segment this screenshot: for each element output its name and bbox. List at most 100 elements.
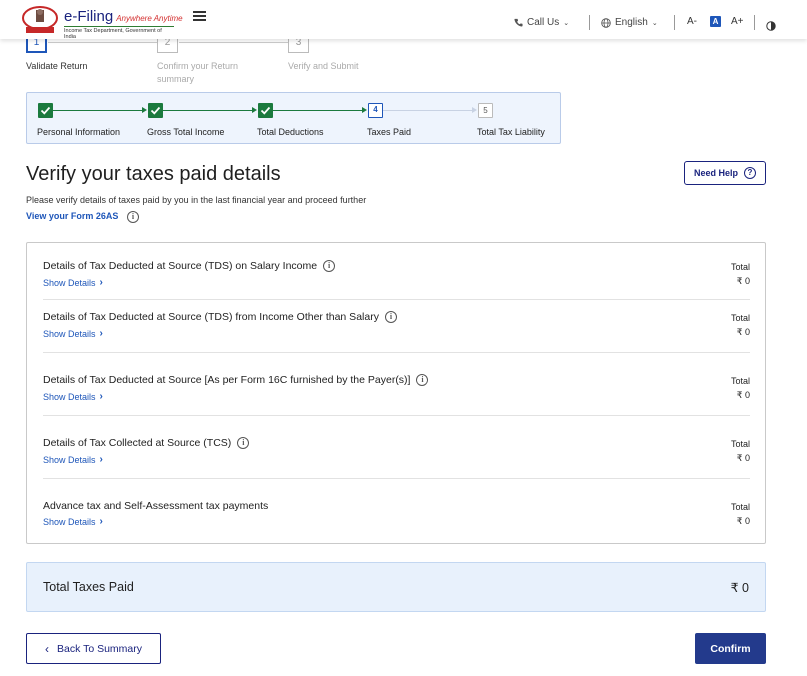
question-icon: ? xyxy=(744,167,756,179)
logo-subtitle: Income Tax Department, Government of Ind… xyxy=(64,26,174,40)
phone-icon xyxy=(514,18,523,27)
divider xyxy=(43,415,750,416)
show-details-label: Show Details xyxy=(43,391,96,402)
contrast-icon[interactable] xyxy=(766,18,776,36)
step-label-personal-information[interactable]: Personal Information xyxy=(37,127,120,137)
arrow-right-icon xyxy=(362,107,367,113)
arrow-right-icon xyxy=(472,107,477,113)
call-us-dropdown[interactable]: Call Us ⌄ xyxy=(514,17,569,28)
total-label: Total xyxy=(730,262,750,272)
chevron-right-icon: › xyxy=(99,516,103,527)
progress-connector xyxy=(383,110,473,111)
check-icon xyxy=(38,103,53,118)
total-label: Total xyxy=(730,376,750,386)
back-to-summary-label: Back To Summary xyxy=(57,642,142,655)
info-icon[interactable]: i xyxy=(323,260,336,272)
step-label-taxes-paid[interactable]: Taxes Paid xyxy=(367,127,411,137)
language-label: English xyxy=(615,17,648,28)
divider xyxy=(43,299,750,300)
step-label-total-deductions[interactable]: Total Deductions xyxy=(257,127,324,137)
show-details-link[interactable]: Show Details › xyxy=(43,328,103,339)
confirm-button[interactable]: Confirm xyxy=(695,633,766,664)
arrow-right-icon xyxy=(142,107,147,113)
progress-connector xyxy=(53,110,143,111)
show-details-link[interactable]: Show Details › xyxy=(43,454,103,465)
language-dropdown[interactable]: English ⌄ xyxy=(601,17,658,28)
section-title: Details of Tax Collected at Source (TCS)… xyxy=(43,437,250,449)
step-5-box: 5 xyxy=(478,103,493,118)
section-total: Total ₹ 0 xyxy=(731,437,750,465)
section-title: Details of Tax Deducted at Source [As pe… xyxy=(43,374,429,386)
info-icon[interactable]: i xyxy=(127,211,139,223)
section-title-text: Details of Tax Deducted at Source [As pe… xyxy=(43,374,411,386)
section-title-text: Advance tax and Self-Assessment tax paym… xyxy=(43,500,269,512)
schedule-progress: 4 5 Personal Information Gross Total Inc… xyxy=(26,92,561,144)
logo-tagline: Anywhere Anytime xyxy=(116,14,183,23)
total-label: Total xyxy=(730,313,750,323)
back-to-summary-button[interactable]: ‹ Back To Summary xyxy=(26,633,161,664)
chevron-down-icon: ⌄ xyxy=(651,19,658,27)
globe-icon xyxy=(601,17,611,28)
section-title-text: Details of Tax Collected at Source (TCS) xyxy=(43,437,232,449)
total-label: Total xyxy=(730,502,750,512)
emblem-logo-icon[interactable] xyxy=(20,5,60,35)
progress-connector xyxy=(273,110,363,111)
menu-icon[interactable] xyxy=(193,11,206,21)
step-4-box: 4 xyxy=(368,103,383,118)
section-total: Total ₹ 0 xyxy=(731,500,750,528)
arrow-right-icon xyxy=(252,107,257,113)
total-value: ₹ 0 xyxy=(736,453,750,463)
chevron-right-icon: › xyxy=(99,328,103,339)
font-increase-button[interactable]: A+ xyxy=(731,16,744,27)
total-value: ₹ 0 xyxy=(736,390,750,400)
divider xyxy=(674,15,675,30)
section-tcs: Details of Tax Collected at Source (TCS)… xyxy=(43,436,750,476)
divider xyxy=(754,15,755,30)
show-details-label: Show Details xyxy=(43,454,96,465)
show-details-label: Show Details xyxy=(43,516,96,527)
total-value: ₹ 0 xyxy=(736,516,750,526)
chevron-right-icon: › xyxy=(99,277,103,288)
step-label-total-tax-liability[interactable]: Total Tax Liability xyxy=(477,127,545,137)
section-tds-other-income: Details of Tax Deducted at Source (TDS) … xyxy=(43,310,750,350)
font-decrease-button[interactable]: A- xyxy=(687,16,697,27)
view-form-26as-link[interactable]: View your Form 26AS xyxy=(26,211,118,221)
total-value: ₹ 0 xyxy=(736,327,750,337)
section-title: Details of Tax Deducted at Source (TDS) … xyxy=(43,311,397,323)
section-tds-form-16c: Details of Tax Deducted at Source [As pe… xyxy=(43,373,750,413)
info-icon[interactable]: i xyxy=(237,437,250,449)
check-icon xyxy=(258,103,273,118)
chevron-right-icon: › xyxy=(99,391,103,402)
divider xyxy=(589,15,590,30)
section-total: Total ₹ 0 xyxy=(731,260,750,288)
divider xyxy=(43,478,750,479)
show-details-link[interactable]: Show Details › xyxy=(43,277,103,288)
chevron-left-icon: ‹ xyxy=(45,641,49,656)
step-connector xyxy=(48,42,157,43)
step-3-label: Verify and Submit xyxy=(288,61,359,71)
font-default-button[interactable]: A xyxy=(710,16,721,27)
total-value: ₹ 0 xyxy=(736,276,750,286)
show-details-link[interactable]: Show Details › xyxy=(43,391,103,402)
page-title: Verify your taxes paid details xyxy=(26,163,281,185)
divider xyxy=(43,352,750,353)
logo-title[interactable]: e-Filing Anywhere Anytime xyxy=(64,8,183,25)
top-stepper: 1 2 3 Validate Return Confirm your Retur… xyxy=(26,32,386,88)
step-connector xyxy=(179,42,288,43)
info-icon[interactable]: i xyxy=(384,311,397,323)
need-help-button[interactable]: Need Help ? xyxy=(684,161,766,185)
info-icon[interactable]: i xyxy=(416,374,429,386)
show-details-link[interactable]: Show Details › xyxy=(43,516,103,527)
need-help-label: Need Help xyxy=(693,168,738,178)
total-taxes-paid-value: ₹ 0 xyxy=(730,581,749,595)
section-title: Details of Tax Deducted at Source (TDS) … xyxy=(43,260,336,272)
section-tds-salary: Details of Tax Deducted at Source (TDS) … xyxy=(43,259,750,299)
section-advance-tax: Advance tax and Self-Assessment tax paym… xyxy=(43,500,750,540)
step-label-gross-total-income[interactable]: Gross Total Income xyxy=(147,127,224,137)
taxes-paid-card: Details of Tax Deducted at Source (TDS) … xyxy=(26,242,766,544)
total-taxes-paid-bar: Total Taxes Paid ₹ 0 xyxy=(26,562,766,612)
step-1-label: Validate Return xyxy=(26,61,88,71)
call-us-label: Call Us xyxy=(527,17,560,28)
section-title-text: Details of Tax Deducted at Source (TDS) … xyxy=(43,311,379,323)
step-2-label: Confirm your Return summary xyxy=(157,61,239,84)
